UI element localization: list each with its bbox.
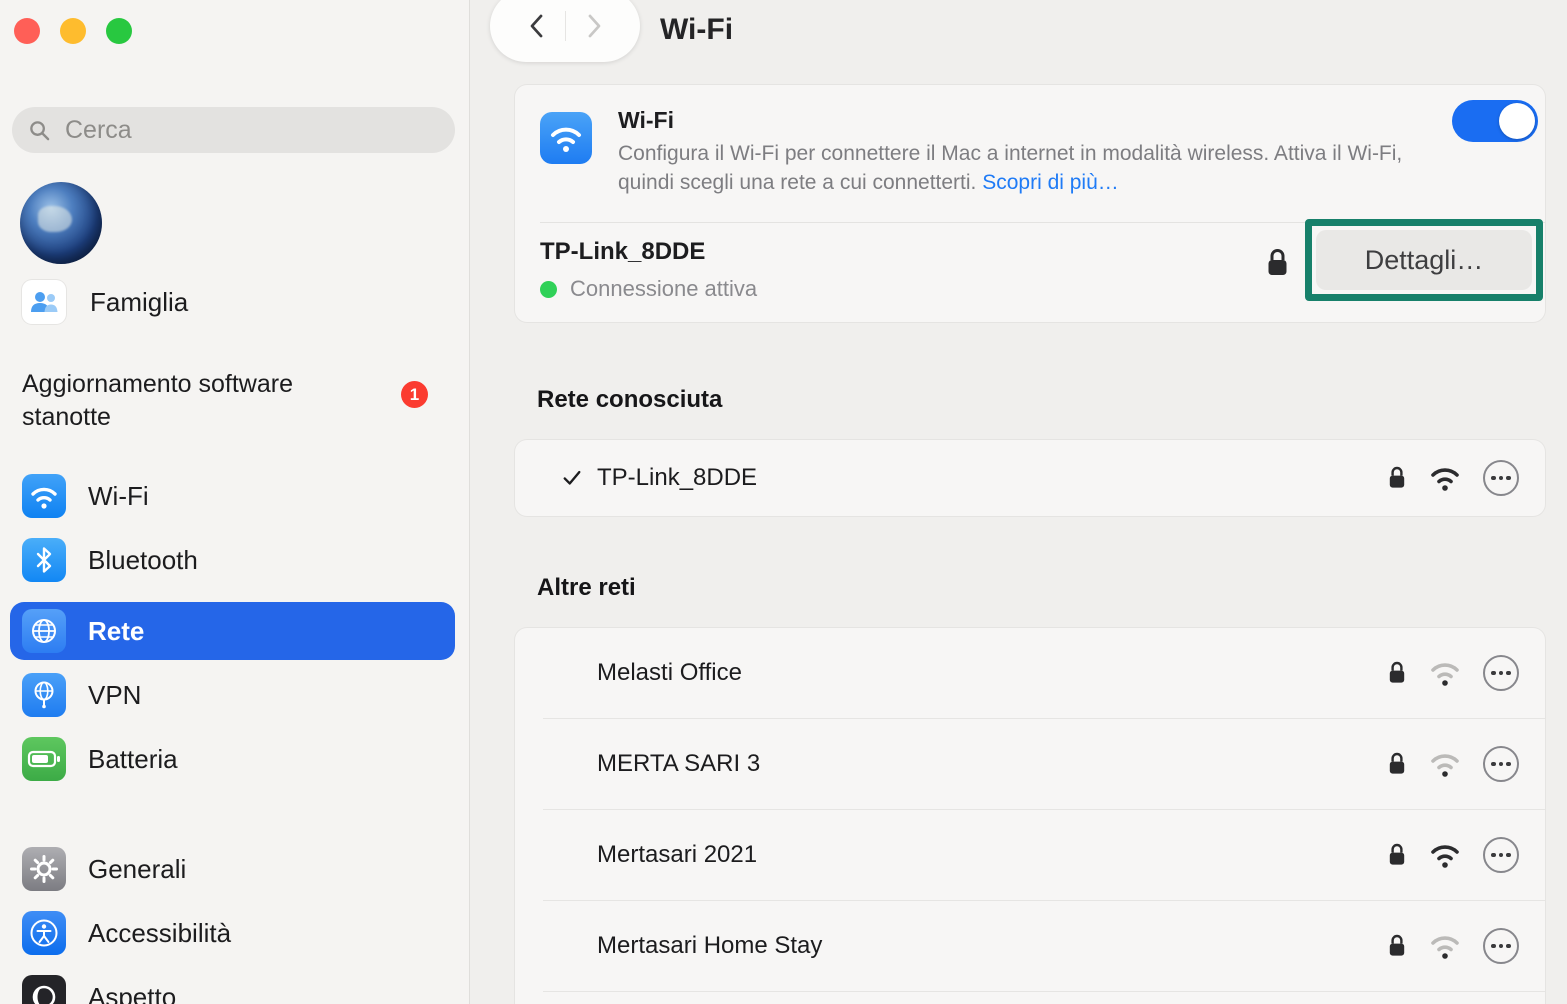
- appearance-icon: [22, 975, 66, 1004]
- sidebar-item-general[interactable]: Generali: [10, 847, 455, 891]
- sidebar-item-vpn[interactable]: VPN: [10, 673, 455, 717]
- lock-icon: [1387, 465, 1407, 491]
- minimize-window-button[interactable]: [60, 18, 86, 44]
- network-row[interactable]: Mertasari Home Stay: [515, 901, 1545, 991]
- sidebar-vpn-label: VPN: [88, 680, 141, 711]
- search-input[interactable]: [65, 116, 405, 145]
- lock-icon: [1387, 660, 1407, 686]
- details-button[interactable]: Dettagli…: [1316, 230, 1532, 290]
- vpn-icon: [22, 673, 66, 717]
- family-icon: [22, 280, 66, 324]
- other-networks-heading: Altre reti: [537, 574, 636, 602]
- connected-network-name: TP-Link_8DDE: [540, 238, 705, 266]
- sidebar-appearance-label: Aspetto: [88, 982, 176, 1004]
- connection-status-text: Connessione attiva: [570, 276, 757, 302]
- wifi-card-title: Wi-Fi: [618, 107, 674, 134]
- battery-icon: [22, 737, 66, 781]
- more-options-button[interactable]: [1483, 655, 1519, 691]
- more-options-button[interactable]: [1483, 460, 1519, 496]
- sidebar-item-accessibility[interactable]: Accessibilità: [10, 911, 455, 955]
- sidebar-battery-label: Batteria: [88, 744, 178, 775]
- lock-icon: [1387, 842, 1407, 868]
- wifi-settings-card: Wi-Fi Configura il Wi-Fi per connettere …: [515, 85, 1545, 322]
- network-row[interactable]: TP-Link_8DDE: [515, 440, 1545, 516]
- known-networks-card: TP-Link_8DDE: [515, 440, 1545, 516]
- annotation-highlight-box: Dettagli…: [1305, 219, 1543, 301]
- accessibility-icon: [22, 911, 66, 955]
- network-name: Mertasari 2021: [597, 841, 757, 869]
- page-title: Wi-Fi: [660, 13, 733, 47]
- status-green-dot: [540, 281, 557, 298]
- network-name: Melasti Office: [597, 659, 742, 687]
- more-options-button[interactable]: [1483, 928, 1519, 964]
- sidebar-item-family[interactable]: Famiglia: [22, 280, 188, 324]
- other-networks-card: Melasti Office MERTA SARI 3: [515, 628, 1545, 1004]
- sidebar-accessibility-label: Accessibilità: [88, 918, 231, 949]
- search-field[interactable]: [12, 107, 455, 153]
- sidebar: Famiglia Aggiornamento software stanotte…: [0, 0, 470, 1004]
- back-button[interactable]: [509, 0, 565, 54]
- sidebar-item-wifi[interactable]: Wi-Fi: [10, 474, 455, 518]
- more-options-button[interactable]: [1483, 746, 1519, 782]
- network-globe-icon: [22, 609, 66, 653]
- wifi-app-icon: [540, 112, 592, 164]
- sidebar-item-bluetooth[interactable]: Bluetooth: [10, 538, 455, 582]
- forward-button[interactable]: [566, 0, 622, 54]
- wifi-toggle-knob: [1499, 103, 1535, 139]
- close-window-button[interactable]: [14, 18, 40, 44]
- row-divider: [543, 991, 1545, 992]
- gear-icon: [22, 847, 66, 891]
- sidebar-network-label: Rete: [88, 616, 144, 647]
- wifi-signal-icon: [1428, 841, 1462, 869]
- wifi-toggle[interactable]: [1452, 100, 1538, 142]
- window-controls: [14, 18, 132, 44]
- connection-status: Connessione attiva: [540, 276, 757, 302]
- more-options-button[interactable]: [1483, 837, 1519, 873]
- wifi-signal-icon: [1428, 464, 1462, 492]
- software-update-label: Aggiornamento software stanotte: [22, 368, 352, 434]
- network-row[interactable]: Melasti Office: [515, 628, 1545, 718]
- history-nav: [490, 0, 640, 62]
- checkmark-icon: [562, 468, 582, 488]
- zoom-window-button[interactable]: [106, 18, 132, 44]
- user-avatar[interactable]: [20, 182, 102, 264]
- sidebar-group-gap: [10, 801, 455, 847]
- lock-icon: [1387, 933, 1407, 959]
- wifi-icon: [22, 474, 66, 518]
- sidebar-item-software-update[interactable]: Aggiornamento software stanotte 1: [22, 368, 448, 434]
- sidebar-wifi-label: Wi-Fi: [88, 481, 149, 512]
- family-label: Famiglia: [90, 287, 188, 318]
- network-row[interactable]: Mertasari 2021: [515, 810, 1545, 900]
- sidebar-bluetooth-label: Bluetooth: [88, 545, 198, 576]
- lock-icon: [1265, 247, 1290, 284]
- network-name: Mertasari Home Stay: [597, 932, 822, 960]
- network-name: TP-Link_8DDE: [597, 464, 757, 492]
- network-name: MERTA SARI 3: [597, 750, 760, 778]
- sidebar-item-appearance[interactable]: Aspetto: [10, 975, 455, 1004]
- learn-more-link[interactable]: Scopri di più…: [982, 171, 1119, 194]
- known-network-heading: Rete conosciuta: [537, 386, 722, 414]
- sidebar-nav: Wi-Fi Bluetooth Rete: [10, 474, 455, 1004]
- wifi-signal-icon: [1428, 932, 1462, 960]
- wifi-signal-icon: [1428, 659, 1462, 687]
- sidebar-item-network[interactable]: Rete: [10, 602, 455, 660]
- wifi-card-description: Configura il Wi-Fi per connettere il Mac…: [618, 139, 1440, 197]
- network-row[interactable]: MERTA SARI 3: [515, 719, 1545, 809]
- lock-icon: [1387, 751, 1407, 777]
- wifi-signal-icon: [1428, 750, 1462, 778]
- main-panel: Wi-Fi Wi-Fi Configura il Wi-Fi per conne…: [471, 0, 1567, 1004]
- sidebar-general-label: Generali: [88, 854, 186, 885]
- bluetooth-icon: [22, 538, 66, 582]
- sidebar-item-battery[interactable]: Batteria: [10, 737, 455, 781]
- update-count-badge: 1: [401, 381, 428, 408]
- search-icon: [28, 119, 51, 142]
